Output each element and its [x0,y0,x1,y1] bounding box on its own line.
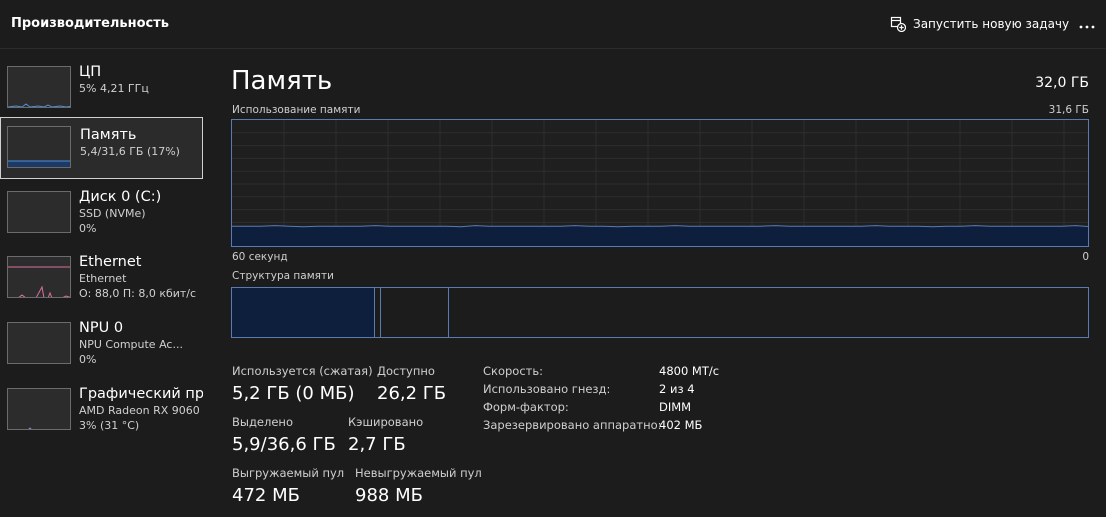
sidebar-item-ethernet[interactable]: Ethernet Ethernet О: 88,0 П: 8,0 кбит/с [0,250,203,312]
usage-line [232,225,1088,228]
sidebar-item-label: Графический про [79,386,203,402]
total-memory: 32,0 ГБ [1035,75,1089,91]
time-zero-label: 0 [1082,251,1089,263]
speed-label: Скорость: [483,364,544,378]
gpu-thumbnail-graph [7,388,71,430]
available-value: 26,2 ГБ [377,383,447,404]
time-span-label: 60 секунд [232,251,288,263]
usage-graph-label: Использование памяти [232,104,361,116]
sidebar-item-detail: AMD Radeon RX 9060 X [79,404,203,417]
sidebar-item-label: NPU 0 [79,320,124,336]
form-factor-label: Форм-фактор: [483,400,569,414]
sidebar-item-detail: 5,4/31,6 ГБ (17%) [80,145,180,158]
task-manager-window: Производительность Запустить новую задач… [0,0,1106,517]
structure-label: Структура памяти [232,270,334,282]
header-bar: Производительность Запустить новую задач… [0,0,1106,49]
sidebar-item-npu[interactable]: NPU 0 NPU Compute Ac... 0% [0,316,203,378]
ethernet-thumbnail-graph [7,256,71,298]
cpu-thumbnail-graph [7,66,71,108]
slots-value: 2 из 4 [659,382,695,396]
disk-thumbnail-graph [7,191,71,233]
committed-value: 5,9/36,6 ГБ [232,434,336,455]
sidebar-item-label: Память [80,127,137,143]
memory-usage-graph [231,119,1089,247]
run-task-icon [890,16,906,32]
structure-standby-segment [381,288,449,337]
cached-value: 2,7 ГБ [348,434,406,455]
slots-label: Использовано гнезд: [483,382,611,396]
resource-sidebar: ЦП 5% 4,21 ГГц Память 5,4/31,6 ГБ (17%) … [0,50,210,517]
sidebar-item-label: Ethernet [79,254,142,270]
form-factor-value: DIMM [659,400,692,414]
in-use-label: Используется (сжатая) [232,364,373,378]
hardware-reserved-label: Зарезервировано аппаратно: [483,418,662,432]
sidebar-item-detail: 0% [79,222,97,235]
hardware-reserved-value: 402 МБ [659,418,703,432]
nonpaged-pool-label: Невыгружаемый пул [355,466,482,480]
more-options-button[interactable] [1072,13,1102,35]
available-label: Доступно [377,364,435,378]
run-new-task-label: Запустить новую задачу [913,17,1070,31]
sidebar-item-detail: 0% [79,353,97,366]
nonpaged-pool-value: 988 МБ [355,485,423,506]
npu-thumbnail-graph [7,322,71,364]
sidebar-item-detail: Ethernet [79,272,127,285]
page-title: Производительность [11,16,170,31]
sidebar-item-label: ЦП [79,64,102,80]
sidebar-item-label: Диск 0 (C:) [79,189,162,205]
in-use-value: 5,2 ГБ (0 МБ) [232,383,355,404]
paged-pool-value: 472 МБ [232,485,300,506]
memory-structure-bar [231,287,1089,338]
paged-pool-label: Выгружаемый пул [232,466,345,480]
memory-thumbnail-graph [7,126,71,168]
sidebar-item-disk[interactable]: Диск 0 (C:) SSD (NVMe) 0% [0,185,203,247]
usage-graph-max: 31,6 ГБ [1048,104,1089,116]
sidebar-item-detail: SSD (NVMe) [79,207,146,220]
usage-area [232,225,1088,246]
run-new-task-button[interactable]: Запустить новую задачу [890,13,1069,35]
sidebar-item-detail: 3% (31 °C) [79,419,140,432]
cached-label: Кэшировано [348,415,424,429]
sidebar-item-detail: 5% 4,21 ГГц [79,82,149,95]
sidebar-item-gpu[interactable]: Графический про AMD Radeon RX 9060 X 3% … [0,382,203,444]
speed-value: 4800 MT/c [659,364,720,378]
sidebar-item-memory[interactable]: Память 5,4/31,6 ГБ (17%) [0,117,203,179]
more-icon [1078,15,1096,34]
sidebar-item-cpu[interactable]: ЦП 5% 4,21 ГГц [0,60,203,122]
sidebar-item-detail: О: 88,0 П: 8,0 кбит/с [79,287,197,300]
sidebar-item-detail: NPU Compute Ac... [79,338,183,351]
structure-in-use-segment [232,288,375,337]
committed-label: Выделено [232,415,293,429]
main-title: Память [231,66,333,96]
